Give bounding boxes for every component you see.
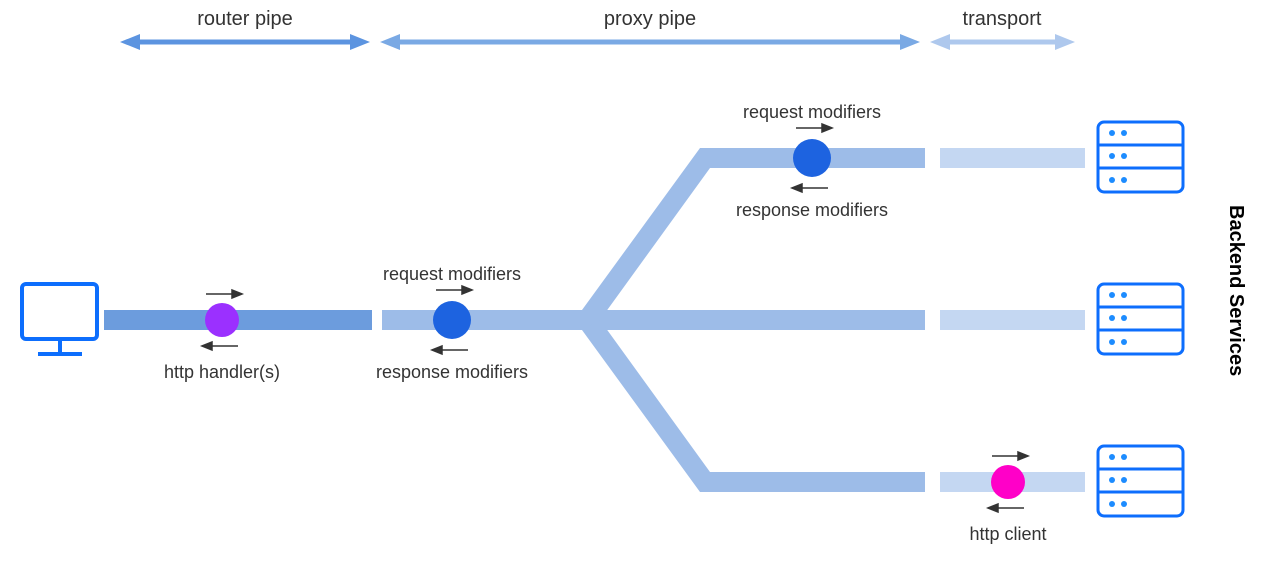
architecture-diagram: router pipe proxy pipe transport: [0, 0, 1261, 578]
handler-label: http handler(s): [164, 362, 280, 382]
monitor-icon: [22, 284, 97, 354]
branch-resp-label: response modifiers: [736, 200, 888, 220]
proxy-pipe-branch-mid: [582, 310, 925, 330]
transport-pipe-mid: [940, 310, 1085, 330]
server-icon-top: [1098, 122, 1183, 192]
section-proxy-label: proxy pipe: [604, 8, 696, 30]
branch-modifier-dot: [793, 139, 831, 177]
section-router-label: router pipe: [197, 8, 293, 30]
transport-pipe-top: [940, 148, 1085, 168]
section-proxy: proxy pipe: [380, 8, 920, 50]
server-icon-mid: [1098, 284, 1183, 354]
client-label: http client: [969, 524, 1046, 544]
section-transport: transport: [930, 8, 1075, 50]
proxy-resp-label: response modifiers: [376, 362, 528, 382]
section-router: router pipe: [120, 8, 370, 50]
proxy-pipe-branch-bottom: [582, 320, 925, 492]
section-transport-label: transport: [963, 8, 1042, 30]
http-client-dot: [991, 465, 1025, 499]
proxy-pipe-trunk: [382, 310, 582, 330]
proxy-modifier-dot: [433, 301, 471, 339]
handler-dot: [205, 303, 239, 337]
backend-services-label: Backend Services: [1225, 205, 1247, 376]
branch-req-label: request modifiers: [743, 102, 881, 122]
server-icon-bottom: [1098, 446, 1183, 516]
proxy-pipe-branch-top: [582, 148, 925, 320]
proxy-req-label: request modifiers: [383, 264, 521, 284]
